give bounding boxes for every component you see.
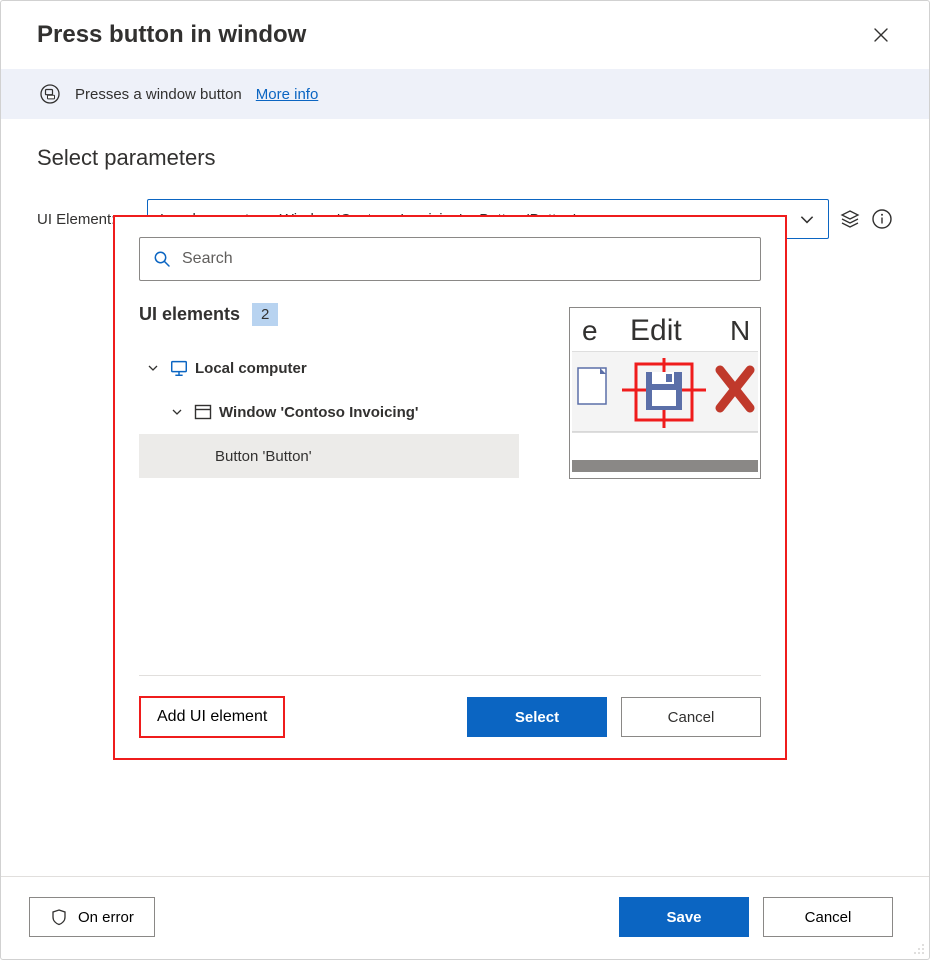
search-box[interactable] [139,237,761,281]
cancel-button[interactable]: Cancel [763,897,893,937]
param-side-icons [839,208,893,230]
info-bar: Presses a window button More info [1,69,929,119]
more-info-link[interactable]: More info [256,86,319,103]
picker-footer: Add UI element Select Cancel [139,675,761,738]
action-type-icon [39,83,61,105]
select-button[interactable]: Select [467,697,607,737]
on-error-label: On error [78,909,134,926]
search-input[interactable] [182,250,748,268]
preview-text: Edit [630,314,682,347]
tree-node-label: Local computer [195,360,307,377]
chevron-down-icon [147,362,159,374]
dialog-header: Press button in window [1,1,929,69]
tree-node-label: Button 'Button' [215,448,312,465]
computer-icon [169,357,189,379]
info-bar-text: Presses a window button [75,86,242,103]
element-preview-thumbnail: e Edit N [569,307,761,479]
search-icon [152,249,172,269]
chevron-down-icon [171,406,183,418]
preview-text: e [582,315,598,346]
ui-element-picker-panel: UI elements 2 Local computer Window 'Con… [113,215,787,760]
dialog-press-button-in-window: Press button in window Presses a window … [0,0,930,960]
picker-body: UI elements 2 Local computer Window 'Con… [139,303,761,675]
content-area: Select parameters UI Element: Local comp… [1,119,929,876]
tree-node-button-selected[interactable]: Button 'Button' [139,434,519,478]
window-icon [193,402,213,422]
on-error-button[interactable]: On error [29,897,155,937]
chevron-down-icon [798,210,816,228]
dialog-footer: On error Save Cancel [1,876,929,959]
ui-elements-count-badge: 2 [252,303,278,326]
info-icon[interactable] [871,208,893,230]
tree-node-local-computer[interactable]: Local computer [139,346,533,390]
preview-column: e Edit N [553,303,761,675]
add-ui-element-button[interactable]: Add UI element [139,696,285,738]
ui-elements-heading-label: UI elements [139,304,240,325]
ui-elements-heading: UI elements 2 [139,303,533,326]
resize-grip-icon[interactable] [911,941,925,955]
section-title: Select parameters [37,145,893,171]
preview-text: N [730,315,750,346]
dialog-title: Press button in window [37,21,306,49]
shield-icon [50,908,68,926]
tree-node-label: Window 'Contoso Invoicing' [219,404,418,421]
close-button[interactable] [869,23,893,47]
tree-node-window-contoso[interactable]: Window 'Contoso Invoicing' [139,390,533,434]
close-icon [872,26,890,44]
picker-cancel-button[interactable]: Cancel [621,697,761,737]
layers-icon[interactable] [839,208,861,230]
tree-column: UI elements 2 Local computer Window 'Con… [139,303,533,675]
save-button[interactable]: Save [619,897,749,937]
